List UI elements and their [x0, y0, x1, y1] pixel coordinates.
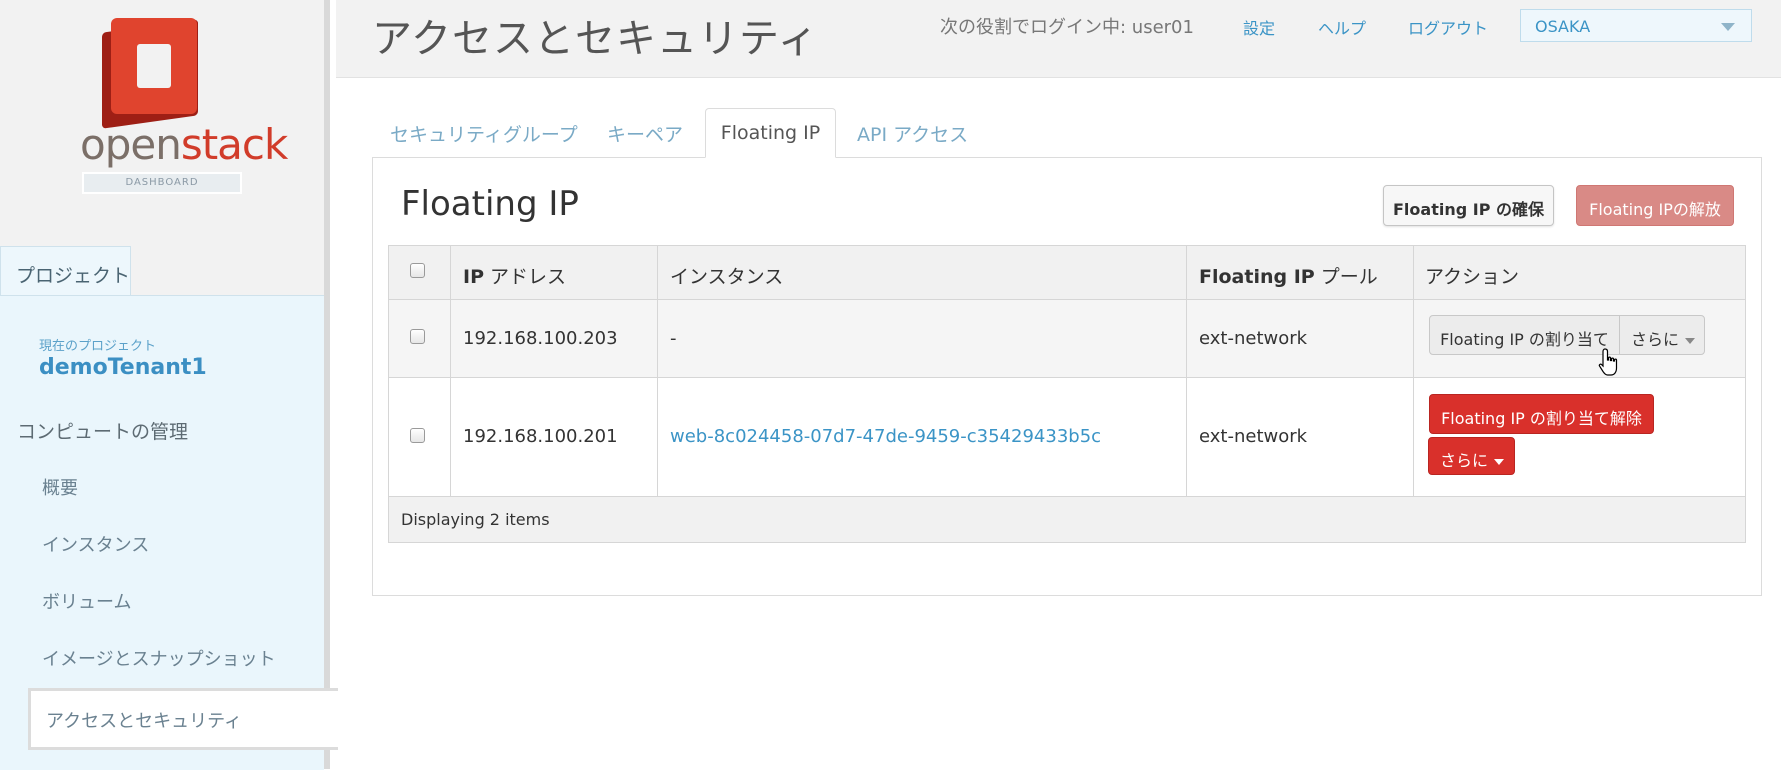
select-all-checkbox[interactable]	[410, 263, 425, 278]
associate-floating-ip-button[interactable]: Floating IP の割り当て	[1429, 315, 1620, 355]
table-header-row	[389, 246, 1745, 300]
row-ip: 192.168.100.203	[463, 328, 618, 349]
allocate-floating-ip-button[interactable]: Floating IP の確保	[1383, 185, 1554, 226]
settings-link[interactable]: 設定	[1243, 15, 1275, 39]
logo-dashboard-label: DASHBOARD	[82, 172, 242, 194]
logout-link[interactable]: ログアウト	[1408, 15, 1488, 39]
column-divider	[1413, 246, 1414, 497]
column-header-ip-prefix: IP	[463, 266, 484, 288]
table-item-count: Displaying 2 items	[401, 510, 550, 529]
page-title: アクセスとセキュリティ	[372, 16, 819, 62]
table-footer	[389, 497, 1745, 542]
row-ip: 192.168.100.201	[463, 426, 618, 447]
column-header-pool-suffix: プール	[1314, 266, 1378, 288]
row-instance: -	[670, 328, 677, 349]
help-link[interactable]: ヘルプ	[1318, 15, 1366, 39]
current-project-name[interactable]: demoTenant1	[39, 355, 207, 380]
hand-cursor-icon	[1598, 348, 1618, 376]
compute-section-header[interactable]: コンピュートの管理	[17, 417, 188, 444]
column-divider	[1186, 246, 1187, 497]
tab-keypairs[interactable]: キーペア	[607, 120, 683, 147]
logo-cube-hole	[137, 44, 171, 88]
logo-wordmark: openstack	[80, 120, 289, 169]
logo-wordmark-stack: stack	[180, 120, 289, 169]
login-info: 次の役割でログイン中: user01	[940, 17, 1194, 38]
current-project-label: 現在のプロジェクト	[39, 339, 157, 354]
region-select-value: OSAKA	[1535, 17, 1591, 36]
more-actions-dropdown[interactable]: さらに	[1619, 315, 1705, 355]
project-tab[interactable]: プロジェクト	[0, 246, 131, 296]
disassociate-floating-ip-button[interactable]: Floating IP の割り当て解除	[1429, 394, 1654, 434]
sidebar-item-overview[interactable]: 概要	[42, 474, 78, 500]
column-header-ip-suffix: アドレス	[484, 266, 567, 288]
row-instance-link[interactable]: web-8c024458-07d7-47de-9459-c35429433b5c	[670, 426, 1101, 447]
panel-title: Floating IP	[401, 184, 579, 224]
release-floating-ip-button[interactable]: Floating IPの解放	[1576, 185, 1734, 226]
tab-floating-ip[interactable]: Floating IP	[705, 108, 836, 158]
sidebar-item-access-security[interactable]: アクセスとセキュリティ	[28, 688, 338, 750]
more-actions-dropdown[interactable]: さらに	[1428, 437, 1515, 475]
column-header-ip[interactable]: IP アドレス	[463, 262, 566, 289]
column-header-instance[interactable]: インスタンス	[670, 262, 783, 289]
caret-down-icon	[1494, 458, 1505, 465]
row-pool: ext-network	[1199, 328, 1308, 349]
logo-wordmark-open: open	[80, 120, 182, 169]
caret-down-icon	[1685, 337, 1696, 344]
region-select[interactable]: OSAKA	[1520, 9, 1752, 42]
sidebar-item-volumes[interactable]: ボリューム	[42, 588, 131, 614]
tab-api-access[interactable]: API アクセス	[857, 120, 968, 147]
openstack-logo[interactable]: openstack DASHBOARD	[80, 14, 288, 196]
more-actions-label: さらに	[1631, 330, 1680, 349]
column-divider	[657, 246, 658, 497]
sidebar-item-instances[interactable]: インスタンス	[42, 531, 149, 557]
column-header-actions: アクション	[1425, 266, 1520, 288]
tab-security-groups[interactable]: セキュリティグループ	[390, 120, 578, 147]
row-checkbox[interactable]	[410, 428, 425, 443]
row-pool: ext-network	[1199, 426, 1308, 447]
column-header-pool[interactable]: Floating IP プール	[1199, 262, 1378, 289]
column-divider	[450, 246, 451, 497]
more-actions-label: さらに	[1440, 451, 1489, 470]
column-header-pool-prefix: Floating IP	[1199, 266, 1315, 288]
chevron-down-icon	[1721, 23, 1735, 31]
row-checkbox[interactable]	[410, 329, 425, 344]
sidebar-item-images-snapshots[interactable]: イメージとスナップショット	[42, 645, 276, 671]
